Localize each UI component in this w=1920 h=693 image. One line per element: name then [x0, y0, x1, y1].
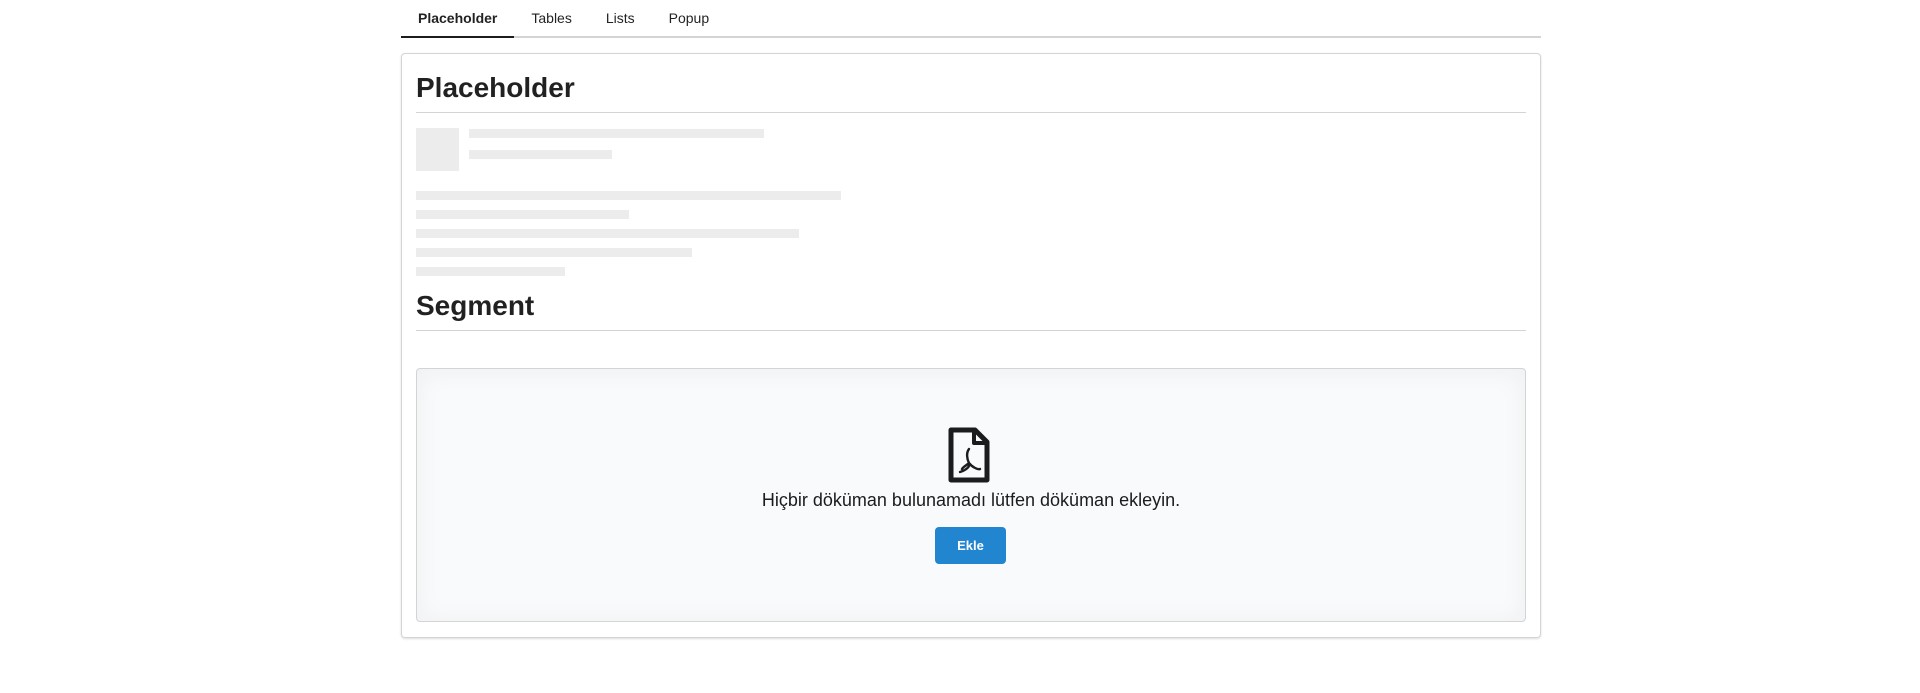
tab-content-panel: Placeholder Segment Hiçbir döküman bulun…: [401, 53, 1541, 638]
placeholder-line: [469, 150, 612, 159]
segment-header: Segment: [416, 286, 1526, 331]
tab-popup[interactable]: Popup: [652, 0, 726, 36]
tab-tables[interactable]: Tables: [514, 0, 588, 36]
loading-placeholder: [416, 113, 1526, 276]
empty-state-message: Hiçbir döküman bulunamadı lütfen döküman…: [761, 490, 1181, 510]
placeholder-line: [469, 129, 764, 138]
placeholder-image: [416, 128, 459, 171]
placeholder-line: [416, 248, 692, 257]
file-pdf-icon: [948, 427, 990, 483]
placeholder-line: [416, 210, 629, 219]
placeholder-line: [416, 229, 799, 238]
placeholder-header: Placeholder: [416, 68, 1526, 113]
page-container: Placeholder Tables Lists Popup Placehold…: [401, 0, 1541, 638]
tab-placeholder[interactable]: Placeholder: [401, 0, 515, 38]
tab-bar: Placeholder Tables Lists Popup: [401, 0, 1541, 38]
placeholder-line: [416, 191, 841, 200]
empty-state-segment: Hiçbir döküman bulunamadı lütfen döküman…: [416, 368, 1526, 622]
tab-lists[interactable]: Lists: [589, 0, 652, 36]
add-document-button[interactable]: Ekle: [935, 527, 1006, 564]
placeholder-line: [416, 267, 565, 276]
